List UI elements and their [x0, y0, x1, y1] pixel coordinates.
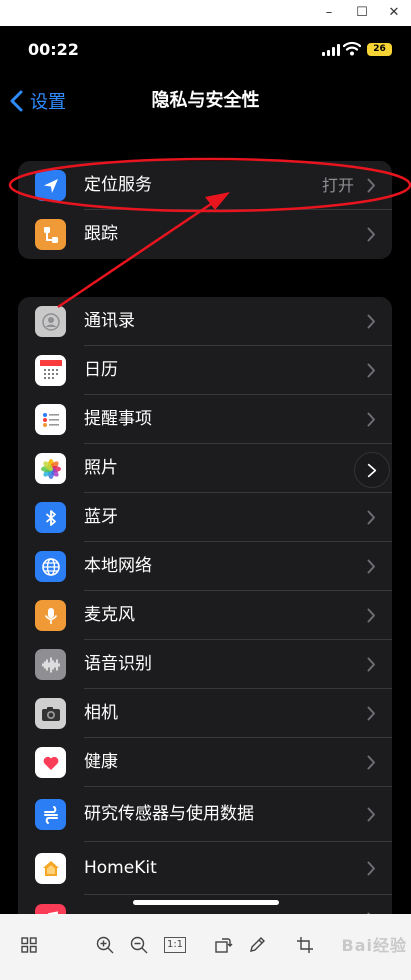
- settings-row-contacts[interactable]: 通讯录: [18, 297, 392, 346]
- edit-button[interactable]: [246, 934, 268, 956]
- viewer-window: – ☐ ✕ 00:22 26 设置 隐私与安全性 定位服务 打开 跟踪 通讯录 …: [0, 0, 411, 980]
- cellular-signal-icon: [322, 44, 340, 56]
- settings-row-label: 通讯录: [84, 311, 135, 331]
- camera-icon: [35, 698, 66, 729]
- next-image-button[interactable]: [354, 452, 390, 488]
- chevron-right-icon: [367, 861, 375, 876]
- crop-button[interactable]: [294, 934, 316, 956]
- window-title-bar: – ☐ ✕: [0, 0, 411, 26]
- home-indicator: [133, 900, 279, 905]
- settings-group-location: 定位服务 打开 跟踪: [18, 161, 392, 259]
- settings-row-calendar[interactable]: 日历: [18, 346, 392, 395]
- settings-row-health[interactable]: 健康: [18, 738, 392, 787]
- chevron-right-icon: [367, 227, 375, 242]
- viewer-toolbar: 1:1 Bai经验: [0, 914, 411, 980]
- pencil-icon: [250, 937, 265, 952]
- grid-icon: [21, 937, 37, 953]
- zoom-out-button[interactable]: [128, 934, 150, 956]
- chevron-right-icon: [367, 463, 377, 477]
- settings-row-research[interactable]: 研究传感器与使用数据: [18, 787, 392, 842]
- photos-icon: [35, 453, 66, 484]
- settings-row-location-services[interactable]: 定位服务 打开: [18, 161, 392, 210]
- chevron-right-icon: [367, 608, 375, 623]
- settings-row-label: HomeKit: [84, 858, 157, 878]
- settings-row-label: 日历: [84, 360, 118, 380]
- chevron-right-icon: [367, 559, 375, 574]
- settings-row-label: 蓝牙: [84, 507, 118, 527]
- settings-row-label: 本地网络: [84, 556, 152, 576]
- zoom-in-button[interactable]: [94, 934, 116, 956]
- phone-screen: 00:22 26 设置 隐私与安全性 定位服务 打开 跟踪 通讯录 日历 提醒事…: [0, 26, 411, 914]
- reminders-icon: [35, 404, 66, 435]
- chevron-right-icon: [367, 755, 375, 770]
- chevron-right-icon: [367, 178, 375, 193]
- settings-row-photos[interactable]: 照片: [18, 444, 392, 493]
- settings-row-reminders[interactable]: 提醒事项: [18, 395, 392, 444]
- location-arrow-icon: [35, 170, 66, 201]
- settings-row-homekit[interactable]: HomeKit: [18, 842, 392, 895]
- status-bar: 00:22 26: [0, 26, 411, 76]
- actual-size-button[interactable]: 1:1: [162, 934, 188, 956]
- home-icon: [35, 853, 66, 884]
- microphone-icon: [35, 600, 66, 631]
- wifi-icon: [343, 41, 361, 56]
- rotate-button[interactable]: [212, 934, 234, 956]
- chevron-right-icon: [367, 412, 375, 427]
- chevron-right-icon: [367, 314, 375, 329]
- battery-indicator: 26: [367, 43, 392, 56]
- chevron-right-icon: [367, 363, 375, 378]
- chevron-right-icon: [367, 706, 375, 721]
- page-title: 隐私与安全性: [151, 90, 260, 111]
- bluetooth-icon: [35, 502, 66, 533]
- zoom-in-icon: [96, 936, 114, 954]
- heart-icon: [35, 747, 66, 778]
- settings-row-label: 相机: [84, 703, 118, 723]
- settings-row-camera[interactable]: 相机: [18, 689, 392, 738]
- settings-row-tracking[interactable]: 跟踪: [18, 210, 392, 259]
- status-time: 00:22: [28, 40, 79, 59]
- globe-icon: [35, 551, 66, 582]
- contacts-icon: [35, 306, 66, 337]
- settings-row-label: 照片: [84, 458, 118, 478]
- crop-icon: [297, 937, 313, 953]
- rotate-icon: [215, 938, 233, 953]
- settings-row-label: 语音识别: [84, 654, 152, 674]
- waveform-icon: [35, 649, 66, 680]
- settings-row-label: 跟踪: [84, 224, 118, 244]
- settings-row-bluetooth[interactable]: 蓝牙: [18, 493, 392, 542]
- chevron-right-icon: [367, 807, 375, 822]
- calendar-icon: [35, 355, 66, 386]
- actual-size-label: 1:1: [163, 937, 187, 953]
- settings-row-label: 研究传感器与使用数据: [84, 804, 254, 824]
- minimize-button[interactable]: –: [319, 3, 339, 23]
- settings-row-label: 健康: [84, 752, 118, 772]
- chevron-right-icon: [367, 510, 375, 525]
- settings-row-speech-recognition[interactable]: 语音识别: [18, 640, 392, 689]
- thumbnails-button[interactable]: [18, 934, 40, 956]
- navigation-bar: 设置 隐私与安全性: [0, 81, 411, 121]
- research-icon: [35, 799, 66, 830]
- settings-row-value: 打开: [321, 176, 354, 195]
- settings-row-microphone[interactable]: 麦克风: [18, 591, 392, 640]
- zoom-out-icon: [130, 936, 148, 954]
- settings-row-label: 提醒事项: [84, 409, 152, 429]
- watermark-logo: Bai经验: [341, 936, 407, 955]
- chevron-right-icon: [367, 657, 375, 672]
- maximize-button[interactable]: ☐: [352, 3, 372, 23]
- settings-row-local-network[interactable]: 本地网络: [18, 542, 392, 591]
- settings-row-label: 定位服务: [84, 175, 152, 195]
- tracking-icon: [35, 219, 66, 250]
- close-button[interactable]: ✕: [384, 3, 404, 23]
- music-icon: [35, 904, 66, 914]
- settings-row-label: 麦克风: [84, 605, 135, 625]
- settings-group-permissions: 通讯录 日历 提醒事项 照片 蓝牙 本地网络 麦克风 语音识别 相机 健康 研究…: [18, 297, 392, 914]
